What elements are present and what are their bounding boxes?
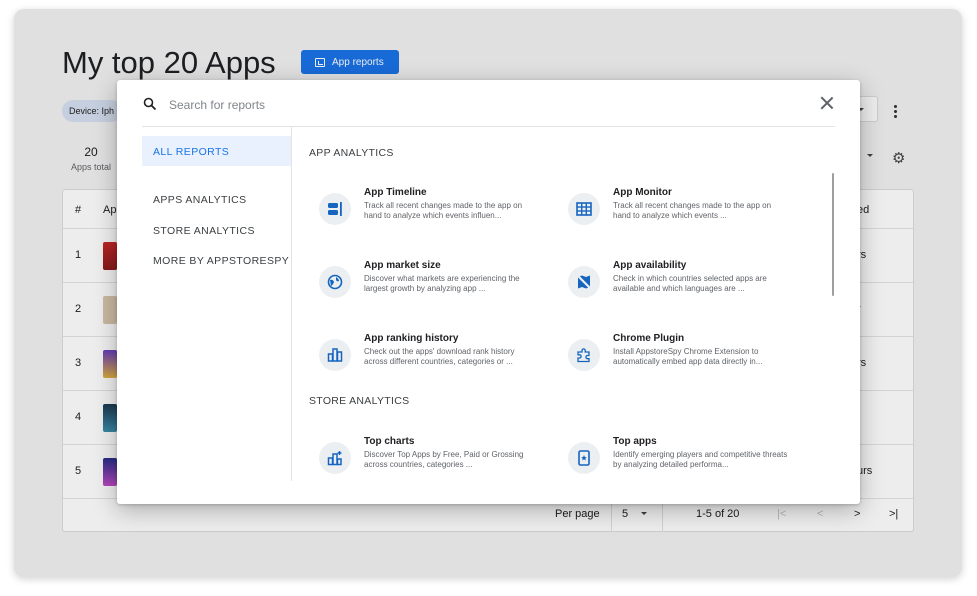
report-name: Chrome Plugin xyxy=(613,333,685,344)
divider xyxy=(291,127,292,481)
report-name: App ranking history xyxy=(364,333,459,344)
report-app-ranking-history[interactable]: App ranking history Check out the apps' … xyxy=(309,333,544,377)
report-name: App market size xyxy=(364,260,441,271)
report-search-input[interactable] xyxy=(169,94,769,116)
sidebar-item-more-by-appstorespy[interactable]: MORE BY APPSTORESPY xyxy=(153,255,289,267)
report-description: Track all recent changes made to the app… xyxy=(613,201,772,220)
table-grid-icon xyxy=(568,193,600,225)
report-description: Check out the apps' download rank histor… xyxy=(364,347,515,366)
bar-chart-icon xyxy=(319,339,351,371)
phone-star-icon xyxy=(568,442,600,474)
report-description: Discover Top Apps by Free, Paid or Gross… xyxy=(364,450,524,469)
close-icon[interactable] xyxy=(820,96,834,110)
report-description: Install AppstoreSpy Chrome Extension to … xyxy=(613,347,763,366)
scrollbar[interactable] xyxy=(832,173,834,296)
sidebar-item-store-analytics[interactable]: STORE ANALYTICS xyxy=(153,225,255,237)
globe-icon xyxy=(319,266,351,298)
report-description: Check in which countries selected apps a… xyxy=(613,274,767,293)
report-top-charts[interactable]: Top charts Discover Top Apps by Free, Pa… xyxy=(309,436,544,480)
map-off-icon xyxy=(568,266,600,298)
report-app-market-size[interactable]: App market size Discover what markets ar… xyxy=(309,260,544,304)
report-chrome-plugin[interactable]: Chrome Plugin Install AppstoreSpy Chrome… xyxy=(558,333,793,377)
sidebar-item-apps-analytics[interactable]: APPS ANALYTICS xyxy=(153,194,247,206)
report-description: Identify emerging players and competitiv… xyxy=(613,450,788,469)
report-name: Top charts xyxy=(364,436,415,447)
divider xyxy=(142,126,835,127)
bar-chart-plus-icon xyxy=(319,442,351,474)
report-name: Top apps xyxy=(613,436,657,447)
section-title: STORE ANALYTICS xyxy=(309,395,410,407)
puzzle-icon xyxy=(568,339,600,371)
report-name: App Timeline xyxy=(364,187,427,198)
section-title: APP ANALYTICS xyxy=(309,147,394,159)
report-name: App availability xyxy=(613,260,687,271)
report-app-availability[interactable]: App availability Check in which countrie… xyxy=(558,260,793,304)
report-description: Discover what markets are experiencing t… xyxy=(364,274,520,293)
report-top-apps[interactable]: Top apps Identify emerging players and c… xyxy=(558,436,793,480)
timeline-icon xyxy=(319,193,351,225)
report-app-monitor[interactable]: App Monitor Track all recent changes mad… xyxy=(558,187,793,231)
sidebar-item-label: ALL REPORTS xyxy=(153,146,230,158)
search-icon xyxy=(143,97,157,111)
report-name: App Monitor xyxy=(613,187,672,198)
report-description: Track all recent changes made to the app… xyxy=(364,201,523,220)
report-app-timeline[interactable]: App Timeline Track all recent changes ma… xyxy=(309,187,544,231)
reports-modal: ALL REPORTS APPS ANALYTICS STORE ANALYTI… xyxy=(117,80,860,504)
